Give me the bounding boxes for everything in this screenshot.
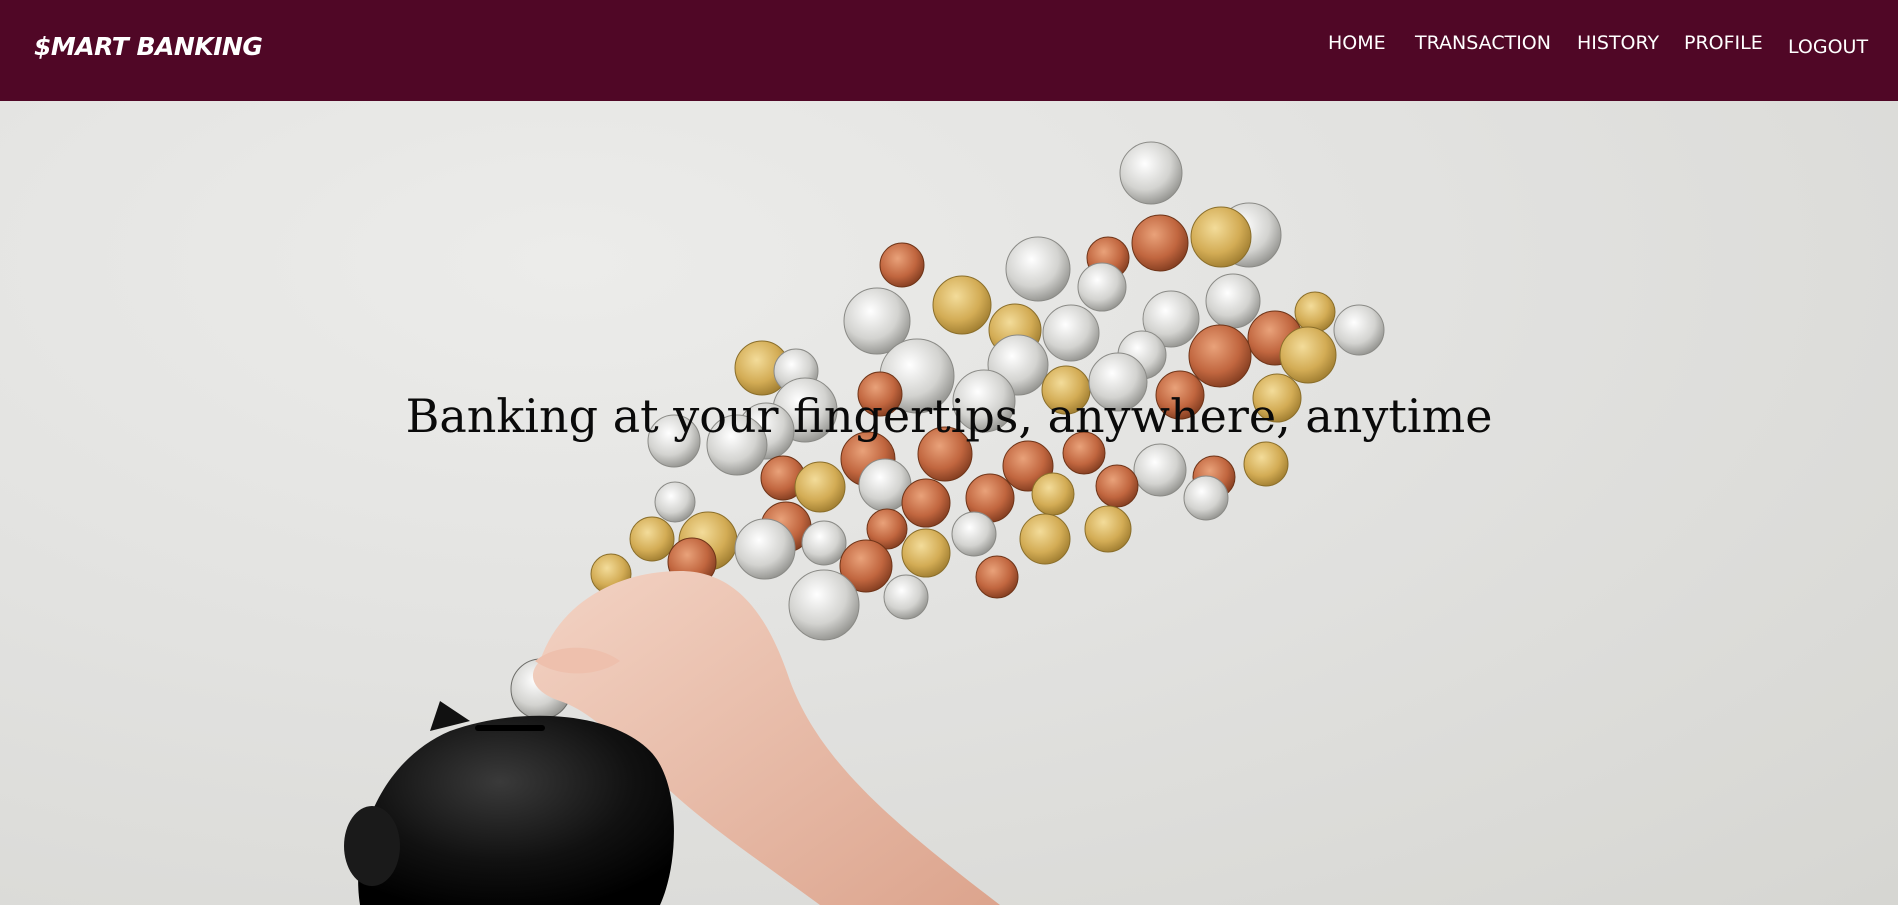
hero-banner: Banking at your fingertips, anywhere, an…	[0, 101, 1898, 905]
nav-profile-link[interactable]: PROFILE	[1684, 32, 1763, 54]
hero-background-image	[344, 141, 1385, 905]
nav-history-link[interactable]: HISTORY	[1577, 32, 1659, 54]
hero-headline: Banking at your fingertips, anywhere, an…	[405, 389, 1493, 443]
top-navbar: $MART BANKING HOME TRANSACTION HISTORY P…	[0, 0, 1898, 101]
nav-logout-link[interactable]: LOGOUT	[1788, 36, 1868, 58]
brand-logo[interactable]: $MART BANKING	[34, 32, 263, 61]
nav-transaction-link[interactable]: TRANSACTION	[1415, 32, 1551, 54]
nav-home-link[interactable]: HOME	[1328, 32, 1386, 54]
